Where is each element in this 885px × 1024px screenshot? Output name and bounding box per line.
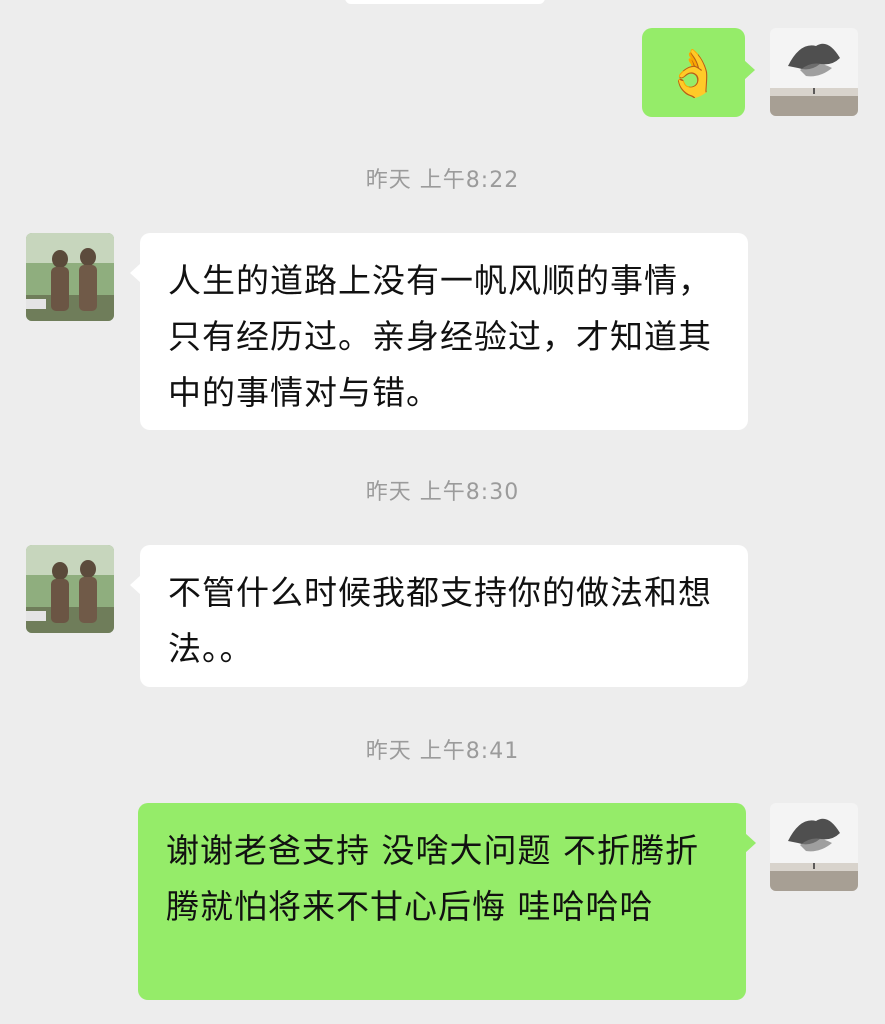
incoming-message-bubble[interactable]: 不管什么时候我都支持你的做法和想法。。 [130, 545, 748, 687]
contact-avatar[interactable] [26, 545, 114, 633]
ok-hand-emoji: 👌 [664, 45, 723, 100]
incoming-message-bubble[interactable]: 人生的道路上没有一帆风顺的事情，只有经历过。亲身经验过，才知道其中的事情对与错。 [130, 233, 748, 430]
self-avatar[interactable] [770, 803, 858, 891]
message-text: 不管什么时候我都支持你的做法和想法。。 [168, 573, 712, 668]
self-avatar[interactable] [770, 28, 858, 116]
contact-avatar[interactable] [26, 233, 114, 321]
outgoing-message-bubble[interactable]: 谢谢老爸支持 没啥大问题 不折腾折腾就怕将来不甘心后悔 哇哈哈哈 [138, 803, 756, 1000]
timestamp: 昨天 上午8:30 [365, 480, 520, 505]
message-text: 人生的道路上没有一帆风顺的事情，只有经历过。亲身经验过，才知道其中的事情对与错。 [168, 261, 712, 412]
timestamp: 昨天 上午8:22 [365, 168, 520, 193]
message-text: 谢谢老爸支持 没啥大问题 不折腾折腾就怕将来不甘心后悔 哇哈哈哈 [166, 831, 699, 926]
outgoing-emoji-bubble[interactable]: 👌 [642, 28, 755, 117]
timestamp: 昨天 上午8:41 [365, 739, 520, 764]
previous-message-fragment [345, 0, 545, 4]
